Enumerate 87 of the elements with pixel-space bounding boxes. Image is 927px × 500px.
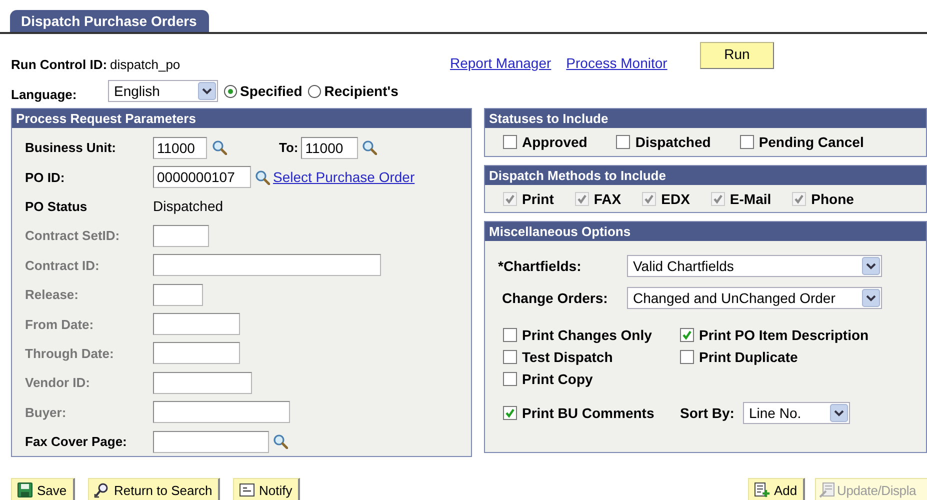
- checkbox[interactable]: [503, 328, 517, 342]
- panel-header: Dispatch Methods to Include: [485, 166, 926, 185]
- checkbox-label: Dispatched: [635, 134, 711, 150]
- save-icon: [17, 482, 33, 498]
- check-icon: [576, 194, 587, 204]
- field-label: Contract ID:: [25, 258, 100, 273]
- checkbox[interactable]: [740, 135, 754, 149]
- toolbar-button[interactable]: Add: [748, 478, 806, 500]
- page-link[interactable]: Report Manager: [450, 55, 552, 71]
- checkbox-label: Test Dispatch: [522, 349, 613, 365]
- checkbox[interactable]: [503, 135, 517, 149]
- checkbox[interactable]: [503, 406, 517, 420]
- toolbar-button[interactable]: Notify: [233, 478, 300, 500]
- field-label: Change Orders:: [502, 290, 609, 306]
- field-label: To:: [279, 140, 298, 156]
- field-label: *Chartfields:: [498, 258, 582, 274]
- checkbox-label: Print: [522, 191, 554, 207]
- checkbox[interactable]: [680, 328, 694, 342]
- note-icon: [239, 482, 255, 498]
- checkbox-label: Print Copy: [522, 371, 593, 387]
- check-icon: [505, 408, 515, 418]
- toolbar-button[interactable]: Save: [11, 478, 75, 500]
- chevron-icon[interactable]: [862, 289, 880, 307]
- checkbox-label: Approved: [522, 134, 588, 150]
- dropdown[interactable]: Line No.: [743, 402, 850, 424]
- search-icon[interactable]: [273, 434, 288, 450]
- search-icon[interactable]: [362, 140, 378, 156]
- dropdown[interactable]: Valid Chartfields: [627, 255, 882, 277]
- field-label: Buyer:: [25, 404, 68, 420]
- field-label: Through Date:: [25, 346, 115, 361]
- panel-header: Miscellaneous Options: [485, 222, 926, 241]
- check-icon: [682, 330, 692, 340]
- input-field[interactable]: 11000: [153, 136, 207, 159]
- checkbox-label: Print Changes Only: [522, 327, 652, 343]
- field-label: Run Control ID:: [11, 57, 108, 72]
- field-label: PO ID:: [25, 170, 66, 185]
- checkbox[interactable]: [616, 135, 630, 149]
- panel-header: Process Request Parameters: [12, 109, 471, 128]
- checkbox-label: FAX: [594, 191, 622, 207]
- search-icon: [94, 482, 110, 498]
- radio-button[interactable]: [224, 84, 237, 98]
- checkbox-label: Print BU Comments: [522, 405, 654, 421]
- input-field[interactable]: 11000: [301, 136, 358, 159]
- chevron-icon[interactable]: [830, 404, 848, 422]
- check-icon: [794, 194, 804, 204]
- checkbox-label: Print PO Item Description: [699, 327, 869, 343]
- checkbox[interactable]: [503, 372, 517, 386]
- field-label: Fax Cover Page:: [25, 434, 128, 450]
- document-icon: [819, 482, 835, 498]
- dropdown[interactable]: English: [108, 80, 218, 102]
- page-link[interactable]: Process Monitor: [566, 55, 668, 71]
- field-label: Contract SetID:: [25, 228, 121, 244]
- check-icon: [644, 194, 654, 204]
- search-icon[interactable]: [255, 170, 270, 185]
- check-icon: [712, 194, 723, 204]
- checkbox-label: Print Duplicate: [699, 349, 798, 365]
- input-field[interactable]: 0000000107: [153, 166, 251, 188]
- checkbox-label: Pending Cancel: [758, 134, 864, 150]
- select-link[interactable]: Select Purchase Order: [273, 169, 415, 186]
- input-field[interactable]: [153, 430, 269, 453]
- radio-label: Specified: [240, 83, 302, 99]
- dropdown[interactable]: Changed and UnChanged Order: [627, 287, 882, 309]
- run-button[interactable]: Run: [700, 42, 774, 69]
- checkbox[interactable]: [503, 350, 517, 364]
- field-value: dispatch_po: [110, 57, 180, 72]
- checkbox-label: EDX: [661, 191, 690, 207]
- field-label: From Date:: [25, 316, 95, 332]
- checkbox-label: E-Mail: [730, 191, 772, 207]
- add-icon: [754, 482, 770, 498]
- panel-header: Statuses to Include: [485, 109, 926, 128]
- radio-label: Recipient's: [324, 83, 398, 99]
- field-value: Dispatched: [153, 198, 224, 214]
- radio-button[interactable]: [308, 84, 322, 98]
- field-label: Release:: [25, 287, 80, 302]
- field-label: Sort By:: [680, 405, 736, 421]
- chevron-icon[interactable]: [198, 82, 216, 100]
- chevron-icon[interactable]: [862, 257, 880, 275]
- field-label: Business Unit:: [25, 140, 118, 156]
- field-label: Language:: [11, 86, 78, 102]
- field-label: Vendor ID:: [25, 375, 92, 390]
- toolbar-button[interactable]: Return to Search: [88, 478, 220, 500]
- check-icon: [505, 194, 515, 204]
- page-tab[interactable]: Dispatch Purchase Orders: [10, 10, 209, 32]
- field-label: PO Status: [25, 198, 88, 214]
- checkbox-label: Phone: [811, 191, 854, 207]
- checkbox[interactable]: [680, 350, 694, 364]
- search-icon[interactable]: [212, 140, 227, 156]
